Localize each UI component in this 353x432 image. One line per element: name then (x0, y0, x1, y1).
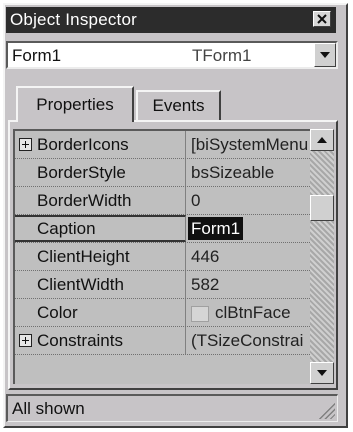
title-bar[interactable]: Object Inspector (6, 7, 336, 33)
property-value: clBtnFace (215, 303, 291, 322)
arrow-down-icon (317, 370, 327, 376)
status-bar: All shown (6, 394, 338, 422)
property-name-cell[interactable]: Caption (15, 215, 186, 242)
property-value: 582 (191, 275, 220, 294)
object-selector[interactable]: Form1 TForm1 (6, 41, 338, 69)
property-row-clientwidth[interactable]: ClientWidth 582 (15, 271, 310, 299)
tab-properties-label: Properties (36, 95, 114, 114)
scroll-down-button[interactable] (310, 362, 334, 384)
property-value: 446 (191, 247, 220, 266)
arrow-up-icon (317, 137, 327, 143)
tab-properties[interactable]: Properties (16, 86, 134, 122)
window-title: Object Inspector (10, 10, 137, 29)
close-button[interactable] (313, 11, 331, 27)
property-grid[interactable]: BorderIcons [biSystemMenu BorderStyle bs… (13, 129, 310, 384)
close-icon (317, 14, 327, 24)
property-name: BorderIcons (37, 135, 129, 154)
property-value-cell[interactable]: 446 (188, 243, 310, 270)
property-name-cell[interactable]: BorderWidth (15, 187, 186, 214)
property-value-cell[interactable]: clBtnFace (188, 299, 310, 326)
chevron-down-icon (320, 52, 330, 58)
property-value-editor[interactable]: Form1 (188, 215, 310, 242)
property-name-cell[interactable]: Color (15, 299, 186, 326)
resize-grip-icon[interactable] (317, 401, 335, 419)
property-value: bsSizeable (191, 163, 275, 182)
property-value-cell[interactable]: [biSystemMenu (188, 131, 310, 158)
property-name: ClientWidth (37, 275, 124, 294)
color-swatch (191, 305, 209, 322)
object-selector-dropdown-button[interactable] (314, 43, 336, 67)
property-value: 0 (191, 191, 201, 210)
property-name-cell[interactable]: ClientHeight (15, 243, 186, 270)
property-row-clientheight[interactable]: ClientHeight 446 (15, 243, 310, 271)
property-name: ClientHeight (37, 247, 130, 266)
property-row-constraints[interactable]: Constraints (TSizeConstrai (15, 327, 310, 355)
status-text: All shown (12, 399, 85, 418)
property-name-cell[interactable]: ClientWidth (15, 271, 186, 298)
tab-events-label: Events (152, 96, 205, 115)
property-row-borderstyle[interactable]: BorderStyle bsSizeable (15, 159, 310, 187)
property-value-cell[interactable]: 0 (188, 187, 310, 214)
property-name-cell[interactable]: Constraints (15, 327, 186, 354)
expand-plus-icon[interactable] (19, 138, 32, 151)
scroll-up-button[interactable] (310, 129, 334, 151)
property-name: Color (37, 303, 78, 322)
property-row-bordericons[interactable]: BorderIcons [biSystemMenu (15, 131, 310, 159)
property-value-cell[interactable]: 582 (188, 271, 310, 298)
property-row-borderwidth[interactable]: BorderWidth 0 (15, 187, 310, 215)
property-value: (TSizeConstrai (191, 331, 304, 350)
property-name: Caption (37, 219, 96, 238)
property-value-cell[interactable]: (TSizeConstrai (188, 327, 310, 354)
property-name-cell[interactable]: BorderStyle (15, 159, 186, 186)
property-row-color[interactable]: Color clBtnFace (15, 299, 310, 327)
expand-plus-icon[interactable] (19, 334, 32, 347)
scroll-thumb[interactable] (310, 195, 334, 221)
property-name: Constraints (37, 331, 123, 350)
property-grid-scrollbar[interactable] (310, 129, 334, 384)
property-name: BorderStyle (37, 163, 126, 182)
object-type: TForm1 (192, 46, 252, 65)
property-name: BorderWidth (37, 191, 132, 210)
property-value: [biSystemMenu (191, 135, 309, 154)
property-row-caption[interactable]: Caption Form1 (15, 215, 310, 243)
property-name-cell[interactable]: BorderIcons (15, 131, 186, 158)
property-value-selected[interactable]: Form1 (188, 217, 244, 240)
tab-events[interactable]: Events (136, 90, 221, 120)
object-name: Form1 (12, 46, 62, 65)
property-value-cell[interactable]: bsSizeable (188, 159, 310, 186)
